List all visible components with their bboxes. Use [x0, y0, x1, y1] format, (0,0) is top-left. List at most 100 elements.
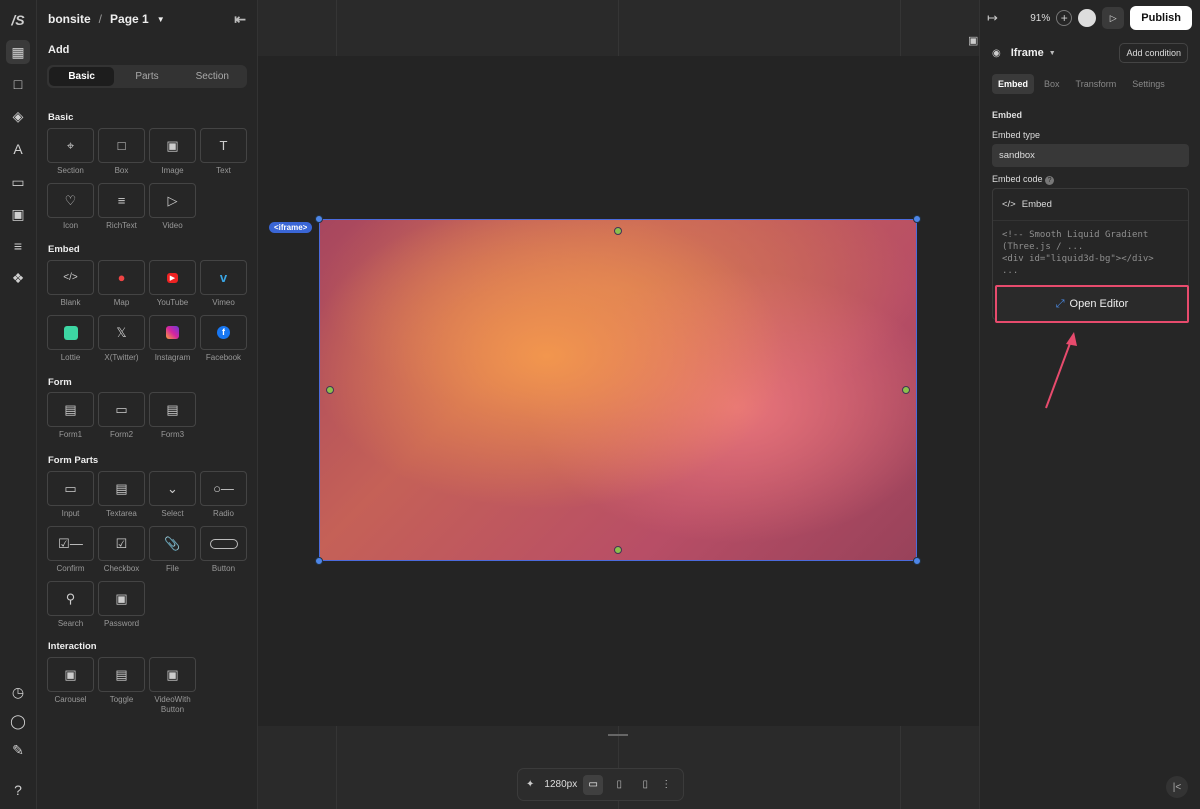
- vimeo-icon: v: [200, 260, 247, 295]
- resize-handle[interactable]: [315, 557, 323, 565]
- site-name[interactable]: bonsite: [48, 12, 91, 26]
- more-options-icon[interactable]: ⋮: [661, 779, 671, 790]
- search-icon: ⚲: [47, 581, 94, 616]
- tile-toggle[interactable]: ▤ Toggle: [98, 657, 145, 715]
- logo[interactable]: /S: [6, 8, 30, 32]
- canvas[interactable]: ▣: [258, 0, 979, 809]
- tile-button[interactable]: Button: [200, 526, 247, 574]
- help-icon[interactable]: ?: [6, 778, 30, 802]
- publish-button[interactable]: Publish: [1130, 6, 1192, 30]
- section-title: Interaction: [48, 641, 97, 652]
- tile-checkbox[interactable]: ☑ Checkbox: [98, 526, 145, 574]
- tile-carousel[interactable]: ▣ Carousel: [47, 657, 94, 715]
- iframe-element[interactable]: [319, 219, 917, 561]
- padding-handle[interactable]: [614, 546, 622, 554]
- tile-textarea[interactable]: ▤ Textarea: [98, 471, 145, 519]
- help-icon[interactable]: ?: [1045, 176, 1055, 185]
- video-button-icon: ▣: [149, 657, 196, 692]
- mobile-icon[interactable]: ▯: [635, 775, 655, 795]
- visibility-icon[interactable]: ◉: [992, 48, 1001, 59]
- cms-icon[interactable]: ≡: [6, 234, 30, 258]
- layers-icon[interactable]: ◈: [6, 104, 30, 128]
- tile-radio[interactable]: ○— Radio: [200, 471, 247, 519]
- tile-richtext[interactable]: ≡ RichText: [98, 183, 145, 231]
- embed-type-select[interactable]: sandbox: [992, 144, 1189, 167]
- tile-form2[interactable]: ▭ Form2: [98, 392, 145, 440]
- tile-input[interactable]: ▭ Input: [47, 471, 94, 519]
- page-settings-icon[interactable]: ▣: [968, 34, 978, 47]
- tile-video[interactable]: ▷ Video: [149, 183, 196, 231]
- add-elements-icon[interactable]: ▦: [6, 40, 30, 64]
- folder-icon[interactable]: ▭: [6, 170, 30, 194]
- resize-handle[interactable]: [315, 215, 323, 223]
- tile-instagram[interactable]: Instagram: [149, 315, 196, 363]
- checkbox-icon: ☑: [98, 526, 145, 561]
- desktop-icon[interactable]: ▭: [583, 774, 604, 795]
- instagram-icon: [149, 315, 196, 350]
- form-icon: ▤: [47, 392, 94, 427]
- viewport-width[interactable]: 1280px: [544, 779, 577, 790]
- typography-icon[interactable]: A: [6, 137, 30, 161]
- padding-handle[interactable]: [614, 227, 622, 235]
- tile-image[interactable]: ▣ Image: [149, 128, 196, 176]
- collapse-right-panel-icon[interactable]: |<: [1166, 776, 1188, 798]
- tile-video-with-button[interactable]: ▣ VideoWith Button: [149, 657, 196, 715]
- tab-transform[interactable]: Transform: [1070, 74, 1123, 94]
- tile-map[interactable]: ● Map: [98, 260, 145, 308]
- pen-icon[interactable]: ✎: [6, 738, 30, 762]
- resize-handle[interactable]: [913, 215, 921, 223]
- tile-youtube[interactable]: ▶ YouTube: [149, 260, 196, 308]
- tile-search[interactable]: ⚲ Search: [47, 581, 94, 629]
- chevron-down-icon[interactable]: ▼: [157, 15, 165, 24]
- tab-section[interactable]: Section: [180, 67, 245, 86]
- tile-icon[interactable]: ♡ Icon: [47, 183, 94, 231]
- avatar[interactable]: [1078, 9, 1097, 27]
- youtube-icon: ▶: [149, 260, 196, 295]
- tablet-icon[interactable]: ▯: [609, 775, 629, 795]
- chevron-down-icon[interactable]: ▼: [1049, 50, 1056, 57]
- tab-settings[interactable]: Settings: [1126, 74, 1171, 94]
- tile-x-twitter[interactable]: 𝕏 X(Twitter): [98, 315, 145, 363]
- add-collaborator-icon[interactable]: +: [1056, 10, 1073, 26]
- tile-section[interactable]: ⌖ Section: [47, 128, 94, 176]
- sparkle-icon[interactable]: ✦: [526, 779, 534, 790]
- tile-blank[interactable]: </> Blank: [47, 260, 94, 308]
- selected-element-tag[interactable]: <iframe>: [269, 222, 313, 233]
- padding-handle[interactable]: [902, 386, 910, 394]
- tile-form1[interactable]: ▤ Form1: [47, 392, 94, 440]
- open-editor-button[interactable]: ⤢ Open Editor: [995, 285, 1189, 323]
- exit-icon[interactable]: ↦: [987, 10, 998, 26]
- comments-icon[interactable]: ◯: [6, 709, 30, 733]
- padding-handle[interactable]: [326, 386, 334, 394]
- button-icon: [200, 526, 247, 561]
- tile-select[interactable]: ⌄ Select: [149, 471, 196, 519]
- tile-form3[interactable]: ▤ Form3: [149, 392, 196, 440]
- collapse-panel-icon[interactable]: ⇤: [234, 11, 246, 28]
- tile-text[interactable]: T Text: [200, 128, 247, 176]
- preview-play-icon[interactable]: ▷: [1102, 7, 1125, 29]
- tile-lottie[interactable]: Lottie: [47, 315, 94, 363]
- element-name[interactable]: Iframe: [1011, 47, 1044, 59]
- pages-icon[interactable]: □: [6, 72, 30, 96]
- tile-facebook[interactable]: f Facebook: [200, 315, 247, 363]
- zoom-level[interactable]: 91%: [1030, 13, 1050, 24]
- tile-confirm[interactable]: ☑— Confirm: [47, 526, 94, 574]
- page-selector[interactable]: Page 1: [110, 12, 149, 26]
- resize-handle[interactable]: [913, 557, 921, 565]
- media-icon[interactable]: ▣: [6, 202, 30, 226]
- top-toolbar: ↦ 91% + ▷ Publish: [979, 0, 1200, 36]
- tab-parts[interactable]: Parts: [114, 67, 179, 86]
- tile-password[interactable]: ▣ Password: [98, 581, 145, 629]
- tile-vimeo[interactable]: v Vimeo: [200, 260, 247, 308]
- drag-handle[interactable]: [608, 734, 628, 736]
- code-icon: </>: [47, 260, 94, 295]
- components-icon[interactable]: ❖: [6, 266, 30, 290]
- tab-basic[interactable]: Basic: [49, 67, 115, 86]
- tile-file[interactable]: 📎 File: [149, 526, 196, 574]
- tab-box[interactable]: Box: [1038, 74, 1066, 94]
- embed-grid: </> Blank ● Map ▶ YouTube v Vimeo Lottie 𝕏 X(…: [47, 260, 247, 363]
- add-condition-button[interactable]: Add condition: [1119, 43, 1188, 63]
- history-icon[interactable]: ◷: [6, 680, 30, 704]
- tile-box[interactable]: □ Box: [98, 128, 145, 176]
- tab-embed[interactable]: Embed: [992, 74, 1035, 94]
